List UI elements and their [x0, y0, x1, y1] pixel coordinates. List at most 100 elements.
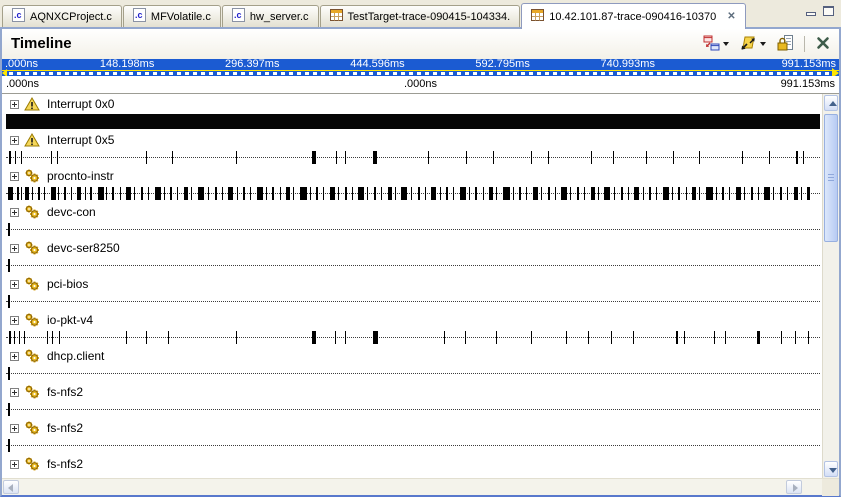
- event-tick: [566, 331, 567, 344]
- event-tick: [237, 187, 238, 200]
- event-track[interactable]: [2, 114, 822, 130]
- event-tick: [57, 151, 58, 164]
- event-tick: [85, 187, 86, 200]
- expand-plus-icon[interactable]: [10, 208, 19, 217]
- tab-testtarget-trace[interactable]: TestTarget-trace-090415-104334.: [320, 5, 521, 27]
- event-track[interactable]: [2, 186, 822, 202]
- expand-plus-icon[interactable]: [10, 460, 19, 469]
- event-tick: [801, 187, 802, 200]
- svg-text:.c: .c: [135, 10, 143, 20]
- selection-range-ruler[interactable]: .000ns .000ns 991.153ms: [2, 76, 839, 94]
- event-tick: [684, 331, 685, 344]
- row-label[interactable]: devc-con: [2, 202, 822, 222]
- svg-text:.c: .c: [234, 10, 242, 20]
- expand-plus-icon[interactable]: [10, 244, 19, 253]
- vertical-scroll-thumb[interactable]: [824, 114, 838, 242]
- scroll-right-button[interactable]: [786, 480, 802, 494]
- expand-plus-icon[interactable]: [10, 424, 19, 433]
- tab-aqnxcproject[interactable]: .c AQNXCProject.c: [2, 5, 122, 27]
- tab-mfvolatile[interactable]: .c MFVolatile.c: [123, 5, 221, 27]
- event-tick: [604, 187, 610, 200]
- event-track[interactable]: [2, 150, 822, 166]
- event-tick: [716, 187, 717, 200]
- event-tick: [526, 187, 527, 200]
- expand-plus-icon[interactable]: [10, 280, 19, 289]
- timeline-row: fs-nfs2: [2, 382, 822, 418]
- row-label[interactable]: dhcp.client: [2, 346, 822, 366]
- expand-plus-icon[interactable]: [10, 352, 19, 361]
- minimize-button[interactable]: [806, 12, 816, 16]
- navigate-trace-button[interactable]: [737, 32, 769, 57]
- scroll-left-button[interactable]: [3, 480, 19, 494]
- event-track[interactable]: [2, 402, 822, 418]
- tab-trace-10-42-101-87[interactable]: 10.42.101.87-trace-090416-10370 ✕: [521, 3, 745, 29]
- row-label[interactable]: fs-nfs2: [2, 382, 822, 402]
- event-tick: [280, 187, 281, 200]
- event-track[interactable]: [2, 366, 822, 382]
- scroll-up-button[interactable]: [824, 95, 838, 111]
- expand-plus-icon[interactable]: [10, 172, 19, 181]
- row-label[interactable]: pci-bios: [2, 274, 822, 294]
- time-ruler[interactable]: .000ns 148.198ms 296.397ms 444.596ms 592…: [2, 59, 839, 76]
- event-tick: [172, 151, 173, 164]
- event-track[interactable]: [2, 330, 822, 346]
- event-tick: [177, 187, 178, 200]
- lock-button[interactable]: [774, 32, 796, 57]
- row-label[interactable]: Interrupt 0x5: [2, 130, 822, 150]
- range-start-label: .000ns: [6, 78, 39, 90]
- event-tick: [686, 187, 687, 200]
- row-label[interactable]: procnto-instr: [2, 166, 822, 186]
- event-track[interactable]: [2, 294, 822, 310]
- event-tick: [164, 187, 165, 200]
- event-tick: [531, 331, 532, 344]
- vertical-scrollbar[interactable]: [822, 94, 839, 478]
- process-gears-icon: [23, 169, 41, 184]
- group-panes-button[interactable]: [700, 32, 732, 57]
- tab-close-icon[interactable]: ✕: [727, 11, 735, 22]
- dropdown-arrow-icon[interactable]: [760, 42, 766, 46]
- row-label[interactable]: Interrupt 0x0: [2, 94, 822, 114]
- process-gears-icon: [23, 241, 41, 256]
- event-track[interactable]: [2, 258, 822, 274]
- event-track[interactable]: [2, 222, 822, 238]
- event-tick: [8, 403, 10, 416]
- event-tick: [795, 331, 796, 344]
- row-label[interactable]: fs-nfs2: [2, 454, 822, 474]
- event-tick: [126, 331, 127, 344]
- scroll-down-button[interactable]: [824, 461, 838, 477]
- arrow-up-icon: [829, 101, 837, 106]
- event-tick: [692, 187, 696, 200]
- tab-hw-server[interactable]: .c hw_server.c: [222, 5, 319, 27]
- event-tick: [323, 187, 324, 200]
- event-tick: [634, 187, 639, 200]
- close-view-button[interactable]: [813, 33, 833, 56]
- maximize-button[interactable]: [823, 6, 834, 16]
- event-tick: [367, 187, 368, 200]
- event-tick: [796, 151, 798, 164]
- navigate-trace-icon: [740, 35, 757, 54]
- event-tick: [126, 187, 131, 200]
- event-tick: [725, 331, 726, 344]
- event-tick: [598, 187, 599, 200]
- event-tick: [215, 187, 217, 200]
- svg-text:.c: .c: [14, 10, 22, 20]
- event-tick: [428, 151, 429, 164]
- event-tick: [780, 187, 782, 200]
- ruler-tick-label: .000ns: [5, 58, 38, 70]
- dropdown-arrow-icon[interactable]: [723, 42, 729, 46]
- event-tick: [561, 187, 567, 200]
- expand-plus-icon[interactable]: [10, 136, 19, 145]
- event-tick: [8, 223, 10, 236]
- event-tick: [345, 187, 347, 200]
- row-label[interactable]: devc-ser8250: [2, 238, 822, 258]
- event-track[interactable]: [2, 438, 822, 454]
- event-tick: [236, 151, 237, 164]
- horizontal-scrollbar[interactable]: [2, 478, 839, 495]
- event-tick: [773, 187, 774, 200]
- row-label[interactable]: io-pkt-v4: [2, 310, 822, 330]
- event-tick: [338, 187, 339, 200]
- row-label[interactable]: fs-nfs2: [2, 418, 822, 438]
- expand-plus-icon[interactable]: [10, 388, 19, 397]
- expand-plus-icon[interactable]: [10, 100, 19, 109]
- expand-plus-icon[interactable]: [10, 316, 19, 325]
